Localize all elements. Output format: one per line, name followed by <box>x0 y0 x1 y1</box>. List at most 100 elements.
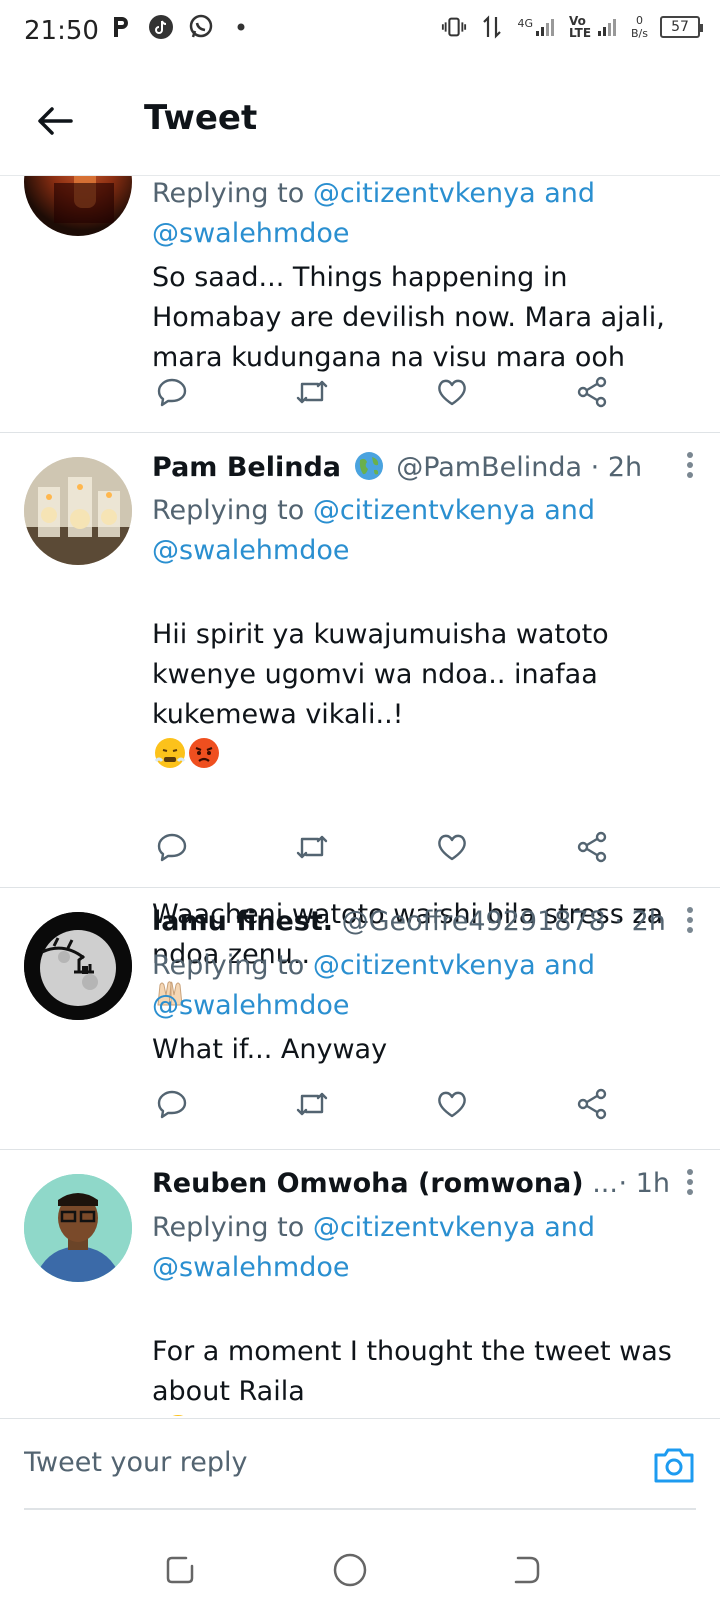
mention-link[interactable]: @swalehmdoe <box>152 1252 350 1283</box>
tweet-text-line: Hii spirit ya kuwajumuisha watoto kwenye… <box>152 619 609 730</box>
tweet-header: Reuben Omwoha (romwona) ... · 1h <box>152 1168 700 1208</box>
avatar-image <box>54 176 114 223</box>
share-icon <box>577 831 607 863</box>
system-nav-bar <box>0 1520 720 1612</box>
status-bar: 21:50 4G Vo LTE 0 B/s 57 <box>0 0 720 66</box>
mention-link[interactable]: @swalehmdoe <box>152 535 350 566</box>
battery-indicator: 57 <box>660 16 703 38</box>
more-options-icon[interactable] <box>680 1168 700 1204</box>
mention-and[interactable]: and <box>544 178 595 209</box>
tweet-time: 2h <box>631 906 666 937</box>
angry-face-emoji-icon <box>188 737 220 769</box>
whatsapp-icon <box>188 14 214 40</box>
camera-icon <box>654 1448 694 1483</box>
tweet-time: 1h <box>635 1168 670 1199</box>
avatar-image <box>24 457 132 565</box>
reply-composer <box>0 1418 720 1510</box>
replying-to-label: Replying to <box>152 1212 305 1243</box>
back-nav-button[interactable] <box>506 1550 546 1590</box>
like-button[interactable] <box>432 1084 472 1124</box>
signal-4g: 4G <box>517 17 557 37</box>
tweet-item[interactable]: Pam Belinda @PamBelinda · 2h Replying to… <box>0 433 720 1006</box>
reply-icon <box>157 833 187 862</box>
heart-icon <box>438 1091 466 1118</box>
tweet-text: For a moment I thought the tweet was abo… <box>152 1292 672 1416</box>
replying-to-label: Replying to <box>152 495 305 526</box>
retweet-button[interactable] <box>292 1084 332 1124</box>
tweet-header: Pam Belinda @PamBelinda · 2h <box>152 451 700 491</box>
share-button[interactable] <box>572 372 612 412</box>
tweet-text: What if... Anyway <box>152 1034 388 1065</box>
time-separator: · <box>614 906 623 937</box>
tweet-actions <box>152 827 612 867</box>
avatar-image <box>24 912 132 1020</box>
grinning-sweat-emoji-icon <box>162 1414 194 1416</box>
recents-button[interactable] <box>160 1550 200 1590</box>
more-notifications-dot-icon <box>228 14 254 40</box>
time-separator: · <box>590 452 600 483</box>
mention-and[interactable]: and <box>544 495 595 526</box>
volte-label: Vo LTE <box>569 14 592 40</box>
avatar[interactable] <box>24 1174 132 1282</box>
author-name[interactable]: lamu finest. <box>152 906 333 937</box>
like-button[interactable] <box>432 827 472 867</box>
retweet-icon <box>296 380 328 404</box>
tweet-item[interactable]: Reuben Omwoha (romwona) ... · 1h Replyin… <box>0 1150 720 1416</box>
more-options-icon[interactable] <box>680 451 700 487</box>
tweet-text: So saad... Things happening in Homabay a… <box>152 262 665 373</box>
mention-link[interactable]: @citizentvkenya <box>313 495 536 526</box>
network-speed: 0 B/s <box>631 14 648 40</box>
mention-link[interactable]: @citizentvkenya <box>313 178 536 209</box>
replies-feed[interactable]: Replying to @citizentvkenya and @swalehm… <box>0 176 720 1416</box>
tweet-actions <box>152 1084 612 1124</box>
avatar-image <box>24 1174 132 1282</box>
reply-icon <box>157 1090 187 1119</box>
parking-p-icon <box>108 14 134 40</box>
time-separator: · <box>618 1168 628 1199</box>
mention-link[interactable]: @citizentvkenya <box>313 1212 536 1243</box>
home-circle-icon <box>333 1553 367 1587</box>
network-type-label: 4G <box>517 17 534 30</box>
back-button[interactable] <box>30 96 80 146</box>
mention-and[interactable]: and <box>544 1212 595 1243</box>
reply-button[interactable] <box>152 827 192 867</box>
reply-icon <box>157 378 187 407</box>
author-name[interactable]: Pam Belinda <box>152 452 341 483</box>
share-button[interactable] <box>572 827 612 867</box>
globe-emoji-icon <box>354 451 384 488</box>
retweet-button[interactable] <box>292 372 332 412</box>
tweet-item[interactable]: lamu finest. @Geoffre49291878 · 2h Reply… <box>0 888 720 1150</box>
like-button[interactable] <box>432 372 472 412</box>
tweet-item[interactable]: Replying to @citizentvkenya and @swalehm… <box>0 176 720 433</box>
reply-button[interactable] <box>152 372 192 412</box>
tweet-text-line: For a moment I thought the tweet was abo… <box>152 1336 672 1407</box>
mention-and[interactable]: and <box>544 950 595 981</box>
speed-value: 0 <box>636 14 643 27</box>
author-handle[interactable]: @Geoffre49291878 <box>342 906 606 937</box>
heart-icon <box>438 379 466 406</box>
share-button[interactable] <box>572 1084 612 1124</box>
share-icon <box>577 376 607 408</box>
recents-icon <box>166 1556 194 1584</box>
replying-to-label: Replying to <box>152 178 305 209</box>
tweet-actions <box>152 372 612 412</box>
home-button[interactable] <box>330 1550 370 1590</box>
author-name[interactable]: Reuben Omwoha (romwona) <box>152 1168 584 1199</box>
retweet-button[interactable] <box>292 827 332 867</box>
avatar[interactable] <box>24 912 132 1020</box>
more-options-icon[interactable] <box>680 906 700 942</box>
reply-button[interactable] <box>152 1084 192 1124</box>
tweet-header: lamu finest. @Geoffre49291878 · 2h <box>152 906 700 946</box>
reply-input[interactable] <box>24 1447 584 1478</box>
signal-bars-icon <box>598 19 617 36</box>
page-title: Tweet <box>144 98 258 138</box>
avatar[interactable] <box>24 457 132 565</box>
mention-link[interactable]: @swalehmdoe <box>152 218 350 249</box>
author-handle[interactable]: @PamBelinda <box>396 452 582 483</box>
replying-to-label: Replying to <box>152 950 305 981</box>
camera-button[interactable] <box>652 1445 696 1485</box>
avatar[interactable] <box>24 176 132 236</box>
mention-link[interactable]: @citizentvkenya <box>313 950 536 981</box>
replying-to: Replying to @citizentvkenya and @swalehm… <box>152 1208 700 1288</box>
mention-link[interactable]: @swalehmdoe <box>152 990 350 1021</box>
